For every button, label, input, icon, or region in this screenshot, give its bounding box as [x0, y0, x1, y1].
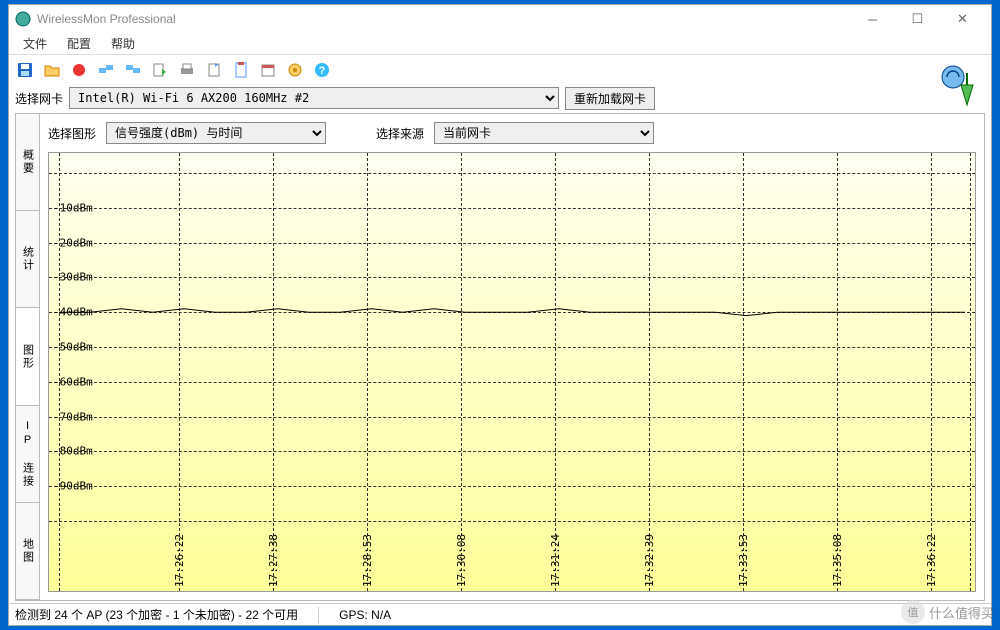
settings-icon[interactable]: [283, 58, 307, 82]
nic-row: 选择网卡 Intel(R) Wi-Fi 6 AX200 160MHz #2 重新…: [9, 85, 991, 111]
network1-icon[interactable]: [94, 58, 118, 82]
open-icon[interactable]: [40, 58, 64, 82]
maximize-button[interactable]: ☐: [895, 5, 940, 33]
tab-stats[interactable]: 统计: [16, 211, 39, 308]
status-gps: GPS: N/A: [339, 608, 391, 622]
toolbar: ?: [9, 55, 991, 85]
statusbar: 检测到 24 个 AP (23 个加密 - 1 个未加密) - 22 个可用 G…: [9, 603, 991, 625]
menu-file[interactable]: 文件: [13, 33, 57, 54]
export-icon[interactable]: [148, 58, 172, 82]
window-title: WirelessMon Professional: [37, 12, 850, 26]
tab-graph[interactable]: 图形: [16, 308, 39, 405]
checklist-icon[interactable]: [229, 58, 253, 82]
control-row: 选择图形 信号强度(dBm) 与时间 选择来源 当前网卡: [48, 122, 976, 144]
help-icon[interactable]: ?: [310, 58, 334, 82]
status-ap: 检测到 24 个 AP (23 个加密 - 1 个未加密) - 22 个可用: [15, 606, 298, 623]
window-controls: ─ ☐ ✕: [850, 5, 985, 33]
app-window: WirelessMon Professional ─ ☐ ✕ 文件 配置 帮助 …: [8, 4, 992, 626]
app-icon: [15, 11, 31, 27]
print-icon[interactable]: [175, 58, 199, 82]
signal-line: [59, 309, 965, 316]
tab-summary[interactable]: 概要: [16, 114, 39, 211]
save-icon[interactable]: [13, 58, 37, 82]
nic-select[interactable]: Intel(R) Wi-Fi 6 AX200 160MHz #2: [69, 87, 559, 109]
network2-icon[interactable]: [121, 58, 145, 82]
side-tabs: 概要 统计 图形 IP 连接 地图: [16, 114, 40, 600]
antenna-icon: [937, 63, 981, 107]
watermark-text: 什么值得买: [929, 603, 994, 622]
tab-ipconn[interactable]: IP 连接: [16, 406, 39, 503]
log-icon[interactable]: [202, 58, 226, 82]
nic-label: 选择网卡: [15, 90, 63, 107]
chart-area: -10dBm-20dBm-30dBm-40dBm-50dBm-60dBm-70d…: [48, 152, 976, 592]
watermark: 值 什么值得买: [901, 600, 994, 624]
tab-map[interactable]: 地图: [16, 503, 39, 600]
menu-help[interactable]: 帮助: [101, 33, 145, 54]
menu-config[interactable]: 配置: [57, 33, 101, 54]
source-label: 选择来源: [376, 125, 424, 142]
source-select[interactable]: 当前网卡: [434, 122, 654, 144]
record-icon[interactable]: [67, 58, 91, 82]
chart-type-label: 选择图形: [48, 125, 96, 142]
reload-nic-button[interactable]: 重新加载网卡: [565, 87, 655, 110]
svg-text:?: ?: [319, 65, 326, 77]
calendar-icon[interactable]: [256, 58, 280, 82]
close-button[interactable]: ✕: [940, 5, 985, 33]
minimize-button[interactable]: ─: [850, 5, 895, 33]
chart-type-select[interactable]: 信号强度(dBm) 与时间: [106, 122, 326, 144]
menubar: 文件 配置 帮助: [9, 33, 991, 55]
titlebar: WirelessMon Professional ─ ☐ ✕: [9, 5, 991, 33]
watermark-badge: 值: [901, 600, 925, 624]
content-area: 概要 统计 图形 IP 连接 地图 选择图形 信号强度(dBm) 与时间 选择来…: [15, 113, 985, 601]
main-panel: 选择图形 信号强度(dBm) 与时间 选择来源 当前网卡 -10dBm-20dB…: [40, 114, 984, 600]
